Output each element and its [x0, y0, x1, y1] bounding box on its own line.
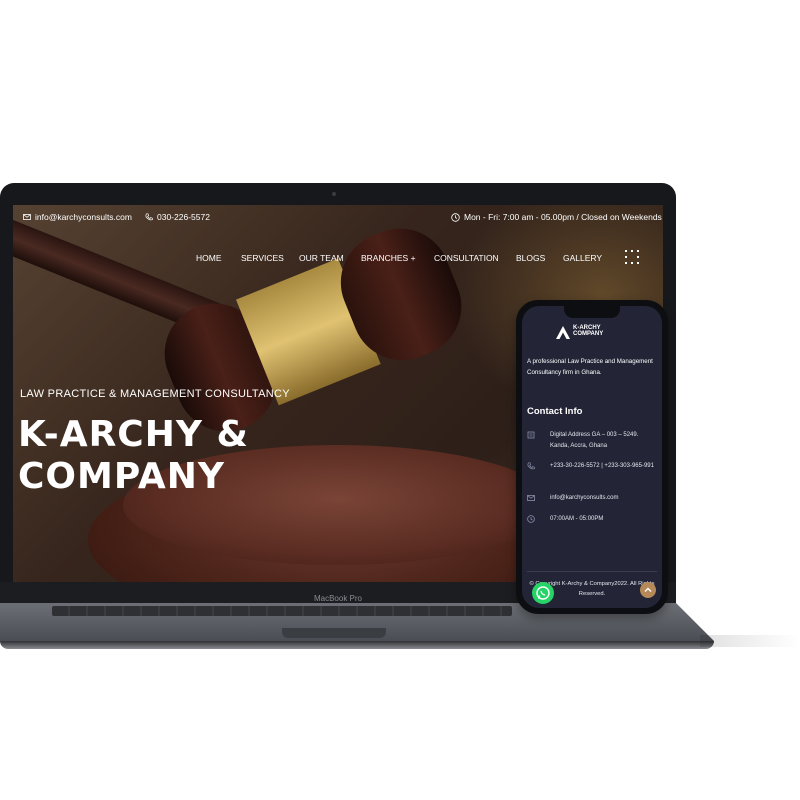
keyboard-edge: [52, 606, 512, 616]
top-email[interactable]: info@karchyconsults.com: [23, 212, 132, 222]
whatsapp-button[interactable]: [532, 582, 554, 604]
logo-mark-icon: [556, 326, 570, 339]
phone-screen: K-ARCHY COMPANY A professional Law Pract…: [522, 306, 662, 608]
phone-icon: [145, 213, 153, 221]
location-icon: [527, 431, 535, 439]
company-logo[interactable]: K-ARCHY COMPANY: [555, 323, 635, 343]
gavel-head-image: [149, 213, 477, 447]
clock-icon: [451, 212, 460, 222]
top-hours-text: Mon - Fri: 7:00 am - 05.00pm / Closed on…: [464, 212, 662, 222]
back-to-top-button[interactable]: [640, 582, 656, 598]
nav-blogs[interactable]: BLOGS: [516, 253, 545, 263]
footer-divider: [527, 571, 657, 572]
top-phone[interactable]: 030-226-5572: [145, 212, 210, 222]
nav-home[interactable]: HOME: [196, 253, 222, 263]
phone-device: K-ARCHY COMPANY A professional Law Pract…: [516, 300, 668, 614]
hero-title: K-ARCHY & COMPANY: [18, 414, 249, 498]
nav-our-team[interactable]: OUR TEAM: [299, 253, 344, 263]
top-phone-text: 030-226-5572: [157, 212, 210, 222]
grid-menu-icon[interactable]: [625, 250, 647, 272]
phone-icon: [527, 462, 535, 470]
contact-phones-text: +233-30-226-5572 | +233-303-965-991: [550, 463, 654, 469]
contact-hours-text: 07:00AM - 05:00PM: [550, 516, 604, 522]
contact-top-bar: info@karchyconsults.com 030-226-5572 Mon…: [13, 205, 663, 229]
laptop-base-edge: [0, 641, 714, 649]
clock-icon: [527, 515, 535, 523]
company-description: A professional Law Practice and Manageme…: [527, 358, 653, 376]
top-email-text: info@karchyconsults.com: [35, 212, 132, 222]
hero-tagline: LAW PRACTICE & MANAGEMENT CONSULTANCY: [20, 388, 290, 400]
nav-branches[interactable]: BRANCHES +: [361, 253, 416, 263]
mail-icon: [23, 214, 31, 220]
hero-title-line2: COMPANY: [18, 456, 225, 497]
lid-notch: [282, 628, 386, 638]
logo-text: K-ARCHY COMPANY: [573, 325, 603, 337]
contact-address-text: Digital Address GA – 003 – 5249. Kanda, …: [550, 432, 639, 449]
top-hours: Mon - Fri: 7:00 am - 05.00pm / Closed on…: [451, 212, 662, 222]
contact-email-text: info@karchyconsults.com: [550, 495, 619, 501]
nav-consultation[interactable]: CONSULTATION: [434, 253, 499, 263]
phone-notch: [564, 306, 620, 318]
mail-icon: [527, 495, 535, 501]
contact-info-heading: Contact Info: [527, 406, 583, 417]
logo-line2: COMPANY: [573, 331, 604, 337]
camera-dot: [332, 192, 336, 196]
hero-title-line1: K-ARCHY &: [18, 414, 249, 455]
nav-gallery[interactable]: GALLERY: [563, 253, 602, 263]
laptop-shadow: [700, 635, 800, 647]
whatsapp-icon: [536, 586, 550, 600]
nav-services[interactable]: SERVICES: [241, 253, 284, 263]
chevron-up-icon: [644, 587, 652, 592]
